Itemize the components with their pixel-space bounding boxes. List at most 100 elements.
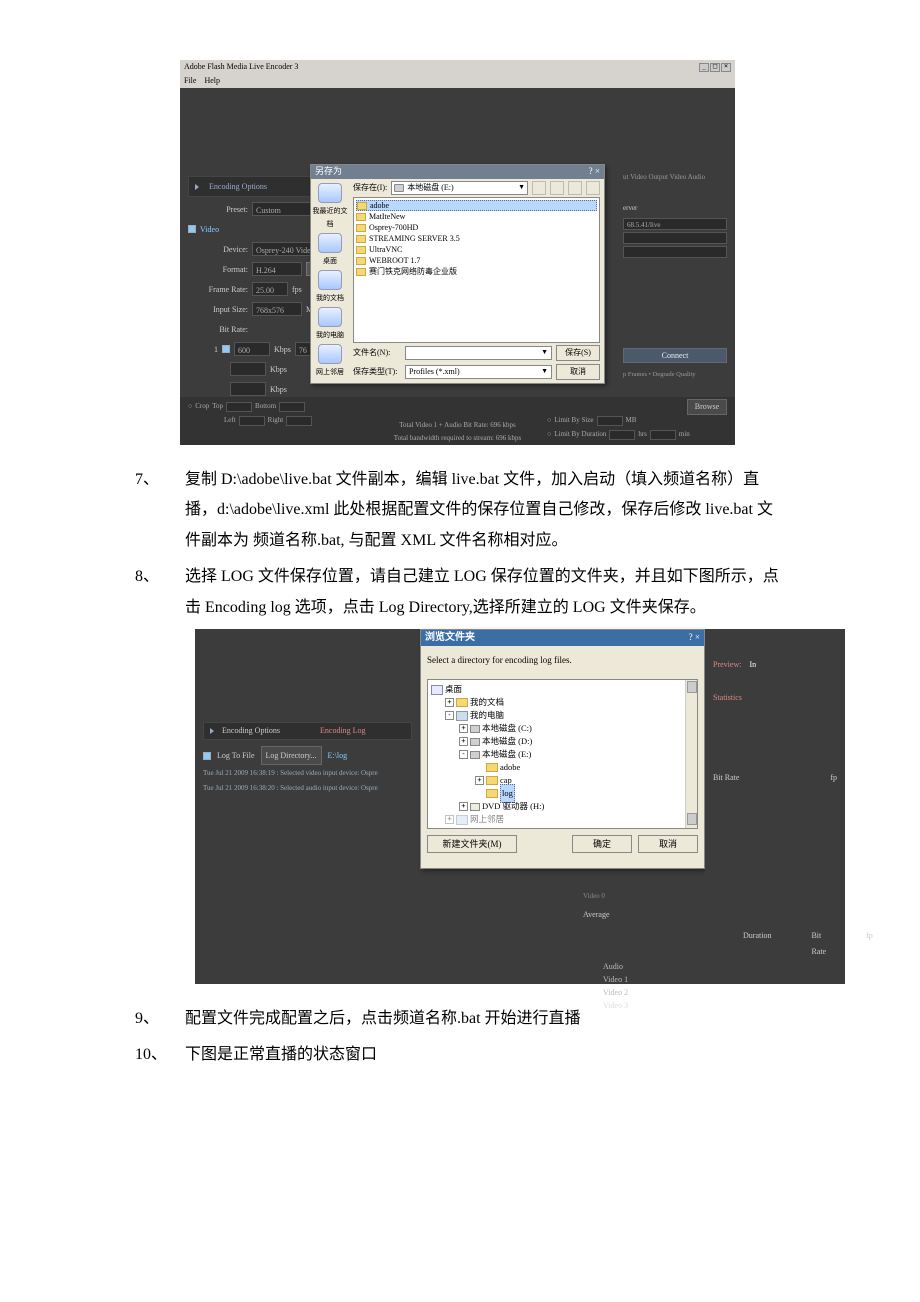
server-label: erver <box>623 202 727 215</box>
nav-back-icon[interactable] <box>532 181 546 195</box>
log-to-file-label: Log To File <box>217 748 255 763</box>
limit-size-field[interactable] <box>597 416 623 426</box>
expand-icon[interactable]: + <box>475 776 484 785</box>
scrollbar-thumb[interactable] <box>687 681 697 693</box>
browse-folder-close-icon[interactable]: ? × <box>689 629 700 646</box>
menu-file[interactable]: File <box>184 73 196 88</box>
crop-bottom-label: Bottom <box>255 400 276 413</box>
framerate-dropdown[interactable]: 25.00 <box>252 282 288 296</box>
folder-icon <box>456 698 468 707</box>
folder-icon <box>356 213 366 221</box>
save-button[interactable]: 保存(S) <box>556 345 600 361</box>
cancel-button[interactable]: 取消 <box>638 835 698 853</box>
format-dropdown[interactable]: H.264 <box>252 262 302 276</box>
stream-field[interactable] <box>623 232 727 244</box>
output-panel: ut Video Output Video Audio erver 68.5.4… <box>615 88 735 445</box>
bitrate-1-checkbox[interactable] <box>222 345 230 353</box>
ok-button[interactable]: 确定 <box>572 835 632 853</box>
browse-button[interactable]: Browse <box>687 399 727 415</box>
limit-size-radio[interactable]: ○ <box>547 414 551 427</box>
step-8: 8、 选择 LOG 文件保存位置，请自己建立 LOG 保存位置的文件夹，并且如下… <box>135 562 780 623</box>
limit-dur-radio[interactable]: ○ <box>547 428 551 441</box>
file-list[interactable]: adobe MatIteNew Osprey-700HD STREAMING S… <box>353 197 600 343</box>
crop-checkbox[interactable]: ○ <box>188 400 192 413</box>
log-to-file-checkbox[interactable] <box>203 752 211 760</box>
bitrate-3-field[interactable] <box>230 382 266 396</box>
save-as-close-icon[interactable]: ? × <box>589 163 600 180</box>
browse-folder-prompt: Select a directory for encoding log file… <box>427 652 698 669</box>
save-as-titlebar: 另存为 ? × <box>311 165 604 179</box>
step-7-text: 复制 D:\adobe\live.bat 文件副本，编辑 live.bat 文件… <box>185 471 773 549</box>
encoding-options-label: Encoding Options <box>209 179 267 194</box>
network-icon <box>456 815 468 825</box>
expand-icon[interactable]: + <box>459 802 468 811</box>
encoding-log-panel: Encoding Options Encoding Log Log To Fil… <box>195 629 420 984</box>
expand-icon[interactable]: + <box>445 698 454 707</box>
expand-icon[interactable]: + <box>445 815 454 824</box>
places-network-icon[interactable] <box>318 344 342 364</box>
video-checkbox[interactable] <box>188 225 196 233</box>
connect-button[interactable]: Connect <box>623 348 727 363</box>
file-item[interactable]: 赛门铁克网络防毒企业版 <box>356 266 597 277</box>
places-mypc-icon[interactable] <box>318 307 342 327</box>
step-7: 7、 复制 D:\adobe\live.bat 文件副本，编辑 live.bat… <box>135 465 780 556</box>
limit-hrs-field[interactable] <box>609 430 635 440</box>
bitrate-1-field[interactable]: 600 <box>234 342 270 356</box>
places-desktop-icon[interactable] <box>318 233 342 253</box>
window-controls[interactable]: _□× <box>699 63 731 72</box>
log-directory-button[interactable]: Log Directory... <box>261 746 322 765</box>
filetype-dropdown[interactable]: Profiles (*.xml)▼ <box>405 365 552 379</box>
limit-min-field[interactable] <box>650 430 676 440</box>
stream-field-2[interactable] <box>623 246 727 258</box>
menubar[interactable]: File Help <box>180 74 735 88</box>
step-10-text: 下图是正常直播的状态窗口 <box>185 1046 377 1063</box>
total-bitrate-2: Total bandwidth required to stream: 696 … <box>368 432 547 445</box>
step-9: 9、 配置文件完成配置之后，点击频道名称.bat 开始进行直播 <box>135 1004 780 1034</box>
encoding-log-tab[interactable]: Encoding Log <box>320 723 366 738</box>
nav-up-icon[interactable] <box>550 181 564 195</box>
nav-view-icon[interactable] <box>586 181 600 195</box>
step-9-number: 9、 <box>135 1004 159 1034</box>
crop-top-label: Top <box>212 400 223 413</box>
bitrate-2-field[interactable] <box>230 362 266 376</box>
scrollbar-thumb[interactable] <box>687 813 697 825</box>
places-recent-icon[interactable] <box>318 183 342 203</box>
collapse-icon[interactable]: - <box>445 711 454 720</box>
nav-newfolder-icon[interactable] <box>568 181 582 195</box>
tree-scrollbar[interactable] <box>685 680 697 828</box>
step-10: 10、 下图是正常直播的状态窗口 <box>135 1040 780 1070</box>
new-folder-button[interactable]: 新建文件夹(M) <box>427 835 517 853</box>
stats-video1: Video 1 <box>603 972 837 985</box>
bitrate-2-unit: Kbps <box>270 362 287 377</box>
server-url-field[interactable]: 68.5.41/live <box>623 218 727 230</box>
step-10-number: 10、 <box>135 1040 167 1070</box>
avg-header: Average <box>583 907 610 922</box>
filename-field[interactable]: ▼ <box>405 346 552 360</box>
screenshot-browse-folder: Encoding Options Encoding Log Log To Fil… <box>195 629 845 984</box>
crop-bottom-field[interactable] <box>279 402 305 412</box>
crop-top-field[interactable] <box>226 402 252 412</box>
browse-folder-titlebar: 浏览文件夹 ? × <box>421 630 704 646</box>
menu-help[interactable]: Help <box>204 73 220 88</box>
crop-right-field[interactable] <box>286 416 312 426</box>
folder-tree[interactable]: 桌面 +我的文档 -我的电脑 +本地磁盘 (C:) +本地磁盘 (D:) -本地… <box>427 679 698 829</box>
crop-left-field[interactable] <box>239 416 265 426</box>
collapse-icon[interactable]: - <box>459 750 468 759</box>
places-mydocs-icon[interactable] <box>318 270 342 290</box>
inputsize-dropdown[interactable]: 768x576 <box>252 302 302 316</box>
disk-icon <box>470 751 480 759</box>
expand-icon[interactable]: + <box>459 737 468 746</box>
places-network-label: 网上邻居 <box>316 366 344 379</box>
save-in-dropdown[interactable]: 本地磁盘 (E:) ▼ <box>391 181 528 195</box>
window-titlebar: Adobe Flash Media Live Encoder 3 _□× <box>180 60 735 74</box>
cancel-button[interactable]: 取消 <box>556 364 600 380</box>
fp-header: fp <box>866 928 873 958</box>
tree-network[interactable]: 网上邻居 <box>470 811 504 827</box>
desktop-icon <box>431 685 443 695</box>
framerate-label: Frame Rate: <box>188 282 248 297</box>
expand-icon[interactable]: + <box>459 724 468 733</box>
preview-label: Preview: In <box>713 657 837 672</box>
stats-video2: Video 2 <box>603 985 837 998</box>
bitrate-3-unit: Kbps <box>270 382 287 397</box>
encoding-log-header[interactable]: Encoding Options Encoding Log <box>203 722 412 740</box>
